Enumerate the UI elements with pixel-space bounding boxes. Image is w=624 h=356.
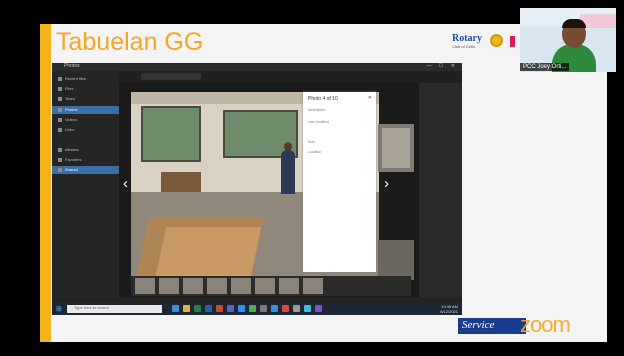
photo-table	[161, 172, 201, 192]
rotary-wheel-icon	[490, 34, 503, 47]
sidebar-item-label: Videos	[65, 117, 78, 122]
photo-lumber-top	[155, 227, 262, 276]
filmstrip-thumbnail[interactable]	[183, 278, 203, 294]
sidebar-item-label: Team	[65, 96, 75, 101]
sidebar-item-label: Shared	[65, 167, 78, 172]
next-arrow-icon[interactable]: ›	[384, 175, 389, 192]
zoom-logo: zoom	[520, 312, 571, 337]
sidebar-item-label: Photos	[65, 107, 78, 112]
filmstrip-thumbnail[interactable]	[207, 278, 227, 294]
info-panel-title: Photo 4 of 10	[308, 96, 338, 102]
app-topbar	[119, 71, 462, 83]
app-icon-2[interactable]	[293, 305, 300, 312]
details-pane	[419, 83, 462, 297]
filmstrip-thumbnail[interactable]	[279, 278, 299, 294]
previous-arrow-icon[interactable]: ‹	[123, 175, 128, 192]
sidebar-item-label: Favorites	[65, 157, 82, 162]
teams-icon[interactable]	[227, 305, 234, 312]
taskbar-search-placeholder: Type here to search	[74, 305, 110, 310]
sidebar-item-label: Links	[65, 127, 75, 132]
app-icon-4[interactable]	[315, 305, 322, 312]
window-title: Photos	[64, 63, 80, 69]
thumbnail-image	[382, 128, 410, 168]
powerpoint-icon[interactable]	[216, 305, 223, 312]
sidebar-item-shared[interactable]: Shared	[58, 167, 78, 173]
app-icon-3[interactable]	[304, 305, 311, 312]
app-icon[interactable]	[282, 305, 289, 312]
windows-taskbar: ⊞ Type here to search 10:46 AM 6/12/2021	[52, 303, 462, 315]
folder-icon	[58, 86, 62, 91]
album-icon	[58, 147, 62, 152]
rotary-logo: Rotary Club of Cebu	[440, 30, 518, 52]
settings-icon[interactable]	[260, 305, 267, 312]
brand-mark-icon	[510, 36, 515, 47]
video-icon	[58, 117, 62, 122]
info-line: Size	[308, 140, 315, 144]
next-photo-thumbnail[interactable]	[378, 124, 414, 172]
window-controls[interactable]: — ☐ ✕	[427, 63, 458, 69]
sidebar-item-recent[interactable]: Recent files	[58, 76, 86, 82]
team-icon	[58, 96, 62, 101]
photo-window-left	[141, 106, 201, 162]
excel-icon[interactable]	[194, 305, 201, 312]
sidebar-item-photos[interactable]: Photos	[58, 107, 77, 113]
participant-hair	[562, 19, 586, 28]
sidebar-item-albums[interactable]: Albums	[58, 147, 78, 153]
photo-info-panel: Photo 4 of 10 ✕ Description Last modifie…	[303, 92, 376, 272]
filmstrip-thumbnail[interactable]	[135, 278, 155, 294]
sidebar-item-label: Recent files	[65, 76, 86, 81]
chrome-icon[interactable]	[249, 305, 256, 312]
slide-accent-bar	[40, 24, 51, 342]
file-explorer-icon[interactable]	[183, 305, 190, 312]
star-icon	[58, 157, 62, 162]
participant-video[interactable]: PCC Joey Orti...	[520, 8, 616, 72]
word-icon[interactable]	[205, 305, 212, 312]
share-icon	[58, 167, 62, 172]
filmstrip-thumbnail[interactable]	[255, 278, 275, 294]
slide-title: Tabuelan GG	[56, 28, 204, 56]
sidebar-item-label: Files	[65, 86, 74, 91]
window-titlebar: Photos — ☐ ✕	[52, 63, 462, 71]
sidebar-item-videos[interactable]: Videos	[58, 117, 77, 123]
photos-app-icon[interactable]	[271, 305, 278, 312]
info-line: Description	[308, 108, 326, 112]
taskbar-clock[interactable]: 10:46 AM 6/12/2021	[440, 304, 458, 314]
clock-date: 6/12/2021	[440, 309, 458, 314]
sidebar-item-label: Albums	[65, 147, 79, 152]
info-line: Location	[308, 150, 322, 154]
filmstrip-thumbnail[interactable]	[159, 278, 179, 294]
app-sidebar: Recent files Files Team Photos Videos Li…	[52, 71, 119, 297]
edge-icon[interactable]	[172, 305, 179, 312]
photo-icon	[58, 107, 62, 112]
zoom-icon[interactable]	[238, 305, 245, 312]
photo-thumbnail-2[interactable]	[378, 240, 414, 280]
service-banner: Service	[458, 318, 526, 334]
service-banner-text: Service	[462, 319, 495, 331]
photo-person	[281, 150, 295, 194]
filmstrip-thumbnail[interactable]	[303, 278, 323, 294]
participant-name: PCC Joey Orti...	[520, 63, 570, 71]
close-icon[interactable]: ✕	[368, 95, 372, 101]
recent-icon	[58, 76, 62, 81]
start-icon[interactable]: ⊞	[56, 305, 62, 313]
sidebar-item-links[interactable]: Links	[58, 127, 74, 133]
info-line: Last modified	[308, 120, 329, 124]
sidebar-item-team[interactable]: Team	[58, 96, 75, 102]
app-search-input[interactable]	[141, 73, 201, 80]
sidebar-item-favorites[interactable]: Favorites	[58, 157, 81, 163]
link-icon	[58, 127, 62, 132]
photo-filmstrip	[131, 276, 411, 296]
rotary-logo-sub: Club of Cebu	[452, 44, 476, 49]
filmstrip-thumbnail[interactable]	[231, 278, 251, 294]
rotary-logo-word: Rotary	[452, 33, 482, 44]
sidebar-item-files[interactable]: Files	[58, 86, 73, 92]
